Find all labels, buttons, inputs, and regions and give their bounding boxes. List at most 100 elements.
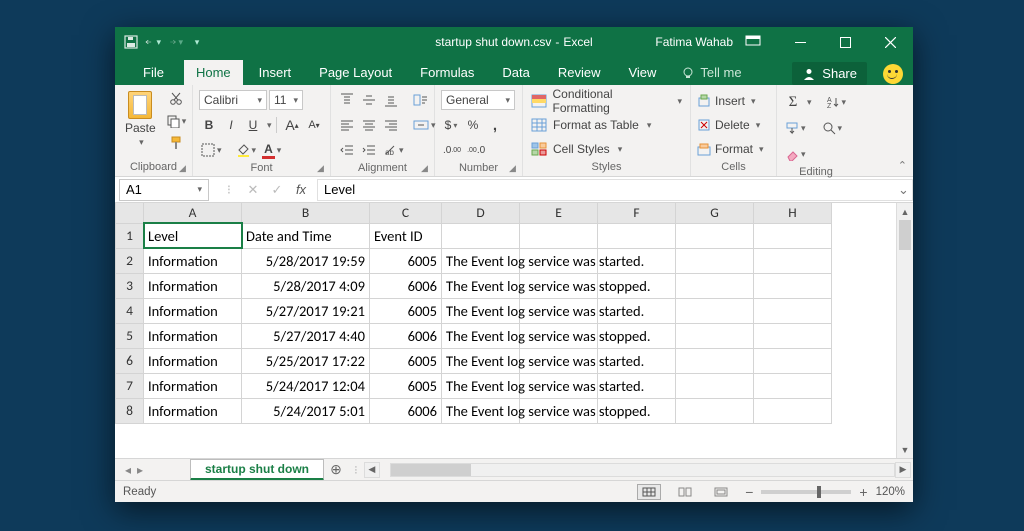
shrink-font-button[interactable]: A▾ (304, 115, 324, 135)
col-header-A[interactable]: A (144, 203, 242, 223)
row-header-5[interactable]: 5 (116, 323, 144, 348)
paste-button[interactable]: Paste ▾ (121, 89, 160, 150)
fill-color-button[interactable]: ▾ (234, 140, 259, 160)
currency-button[interactable]: $▾ (441, 115, 461, 135)
row-header-6[interactable]: 6 (116, 348, 144, 373)
orientation-button[interactable]: ab▾ (381, 140, 406, 160)
cell[interactable]: 5/24/2017 5:01 (242, 398, 370, 423)
cell[interactable] (754, 373, 832, 398)
cell[interactable] (520, 223, 598, 248)
insert-function-button[interactable]: fx (291, 182, 311, 198)
number-launcher[interactable]: ◢ (509, 163, 519, 173)
clipboard-launcher[interactable]: ◢ (179, 163, 189, 173)
cell[interactable]: Information (144, 348, 242, 373)
worksheet-grid[interactable]: ABCDEFGH 1LevelDate and TimeEvent ID2Inf… (115, 203, 913, 458)
cell[interactable] (754, 398, 832, 423)
underline-button[interactable]: U (243, 115, 263, 135)
normal-view-button[interactable] (637, 484, 661, 500)
cell[interactable]: 6005 (370, 348, 442, 373)
align-middle-button[interactable] (359, 90, 379, 110)
cell[interactable] (676, 223, 754, 248)
fill-button[interactable]: ▾ (783, 118, 808, 138)
cell[interactable]: 6006 (370, 323, 442, 348)
italic-button[interactable]: I (221, 115, 241, 135)
maximize-button[interactable] (823, 27, 868, 57)
sort-filter-button[interactable]: AZ▾ (824, 92, 849, 112)
cell[interactable]: Information (144, 248, 242, 273)
col-header-E[interactable]: E (520, 203, 598, 223)
cell[interactable]: The Event log service was started. (442, 298, 520, 323)
tab-file[interactable]: File (127, 60, 180, 85)
feedback-smile-icon[interactable] (883, 64, 903, 84)
scroll-down-icon[interactable]: ▼ (897, 441, 913, 458)
align-right-button[interactable] (381, 115, 401, 135)
row-header-7[interactable]: 7 (116, 373, 144, 398)
font-size-combo[interactable]: 11▾ (269, 90, 303, 110)
decrease-indent-button[interactable] (337, 140, 357, 160)
cell[interactable] (676, 248, 754, 273)
cell[interactable] (676, 323, 754, 348)
cell[interactable] (676, 273, 754, 298)
borders-button[interactable]: ▾ (199, 140, 224, 160)
merge-center-button[interactable]: ▾ (411, 115, 438, 135)
cell[interactable] (676, 298, 754, 323)
cell[interactable] (754, 348, 832, 373)
name-box[interactable]: A1▾ (119, 179, 209, 201)
cell[interactable]: 5/28/2017 4:09 (242, 273, 370, 298)
cell[interactable]: The Event log service was started. (442, 248, 520, 273)
align-bottom-button[interactable] (381, 90, 401, 110)
cell[interactable]: Information (144, 323, 242, 348)
page-break-view-button[interactable] (709, 484, 733, 500)
align-top-button[interactable] (337, 90, 357, 110)
cell[interactable]: 5/27/2017 19:21 (242, 298, 370, 323)
copy-button[interactable]: ▾ (164, 111, 189, 131)
row-header-8[interactable]: 8 (116, 398, 144, 423)
col-header-C[interactable]: C (370, 203, 442, 223)
wrap-text-button[interactable] (411, 90, 431, 110)
cell[interactable]: 6006 (370, 398, 442, 423)
hscroll-right[interactable]: ▶ (895, 462, 911, 478)
col-header-B[interactable]: B (242, 203, 370, 223)
save-icon[interactable] (123, 34, 139, 50)
cell[interactable]: The Event log service was stopped. (442, 398, 520, 423)
cell[interactable] (754, 223, 832, 248)
cell[interactable]: 5/25/2017 17:22 (242, 348, 370, 373)
percent-button[interactable]: % (463, 115, 483, 135)
bold-button[interactable]: B (199, 115, 219, 135)
clear-button[interactable]: ▾ (783, 144, 808, 164)
expand-formula-bar[interactable]: ⌄ (895, 179, 913, 201)
row-header-1[interactable]: 1 (116, 223, 144, 248)
cell[interactable]: The Event log service was started. (442, 373, 520, 398)
page-layout-view-button[interactable] (673, 484, 697, 500)
cell[interactable]: 6006 (370, 273, 442, 298)
insert-cells-button[interactable]: Insert▾ (697, 91, 756, 111)
sheet-nav-first[interactable]: ◂ (125, 463, 131, 477)
share-button[interactable]: Share (792, 62, 867, 85)
zoom-out-button[interactable]: − (745, 484, 753, 500)
cut-button[interactable] (164, 89, 189, 109)
font-launcher[interactable]: ◢ (317, 163, 327, 173)
cell[interactable]: Information (144, 398, 242, 423)
cell[interactable]: Date and Time (242, 223, 370, 248)
col-header-G[interactable]: G (676, 203, 754, 223)
cell-styles-button[interactable]: Cell Styles▾ (529, 139, 624, 159)
tab-data[interactable]: Data (490, 60, 541, 85)
vertical-scrollbar[interactable]: ▲ ▼ (896, 203, 913, 458)
cell[interactable]: Event ID (370, 223, 442, 248)
enter-formula-button[interactable]: ✓ (267, 182, 287, 198)
cancel-formula-button[interactable]: ✕ (243, 182, 263, 198)
conditional-formatting-button[interactable]: Conditional Formatting▾ (529, 91, 684, 111)
cell[interactable]: 6005 (370, 373, 442, 398)
find-select-button[interactable]: ▾ (820, 118, 845, 138)
minimize-button[interactable] (778, 27, 823, 57)
zoom-in-button[interactable]: + (859, 484, 867, 500)
row-header-4[interactable]: 4 (116, 298, 144, 323)
cell[interactable]: Level (144, 223, 242, 248)
hscroll-left[interactable]: ◀ (364, 462, 380, 478)
undo-icon[interactable]: ▾ (145, 34, 161, 50)
format-cells-button[interactable]: Format▾ (697, 139, 764, 159)
qat-customize-icon[interactable]: ▾ (189, 34, 205, 50)
delete-cells-button[interactable]: Delete▾ (697, 115, 760, 135)
horizontal-scrollbar[interactable] (390, 463, 895, 477)
sheet-nav-last[interactable]: ▸ (137, 463, 143, 477)
